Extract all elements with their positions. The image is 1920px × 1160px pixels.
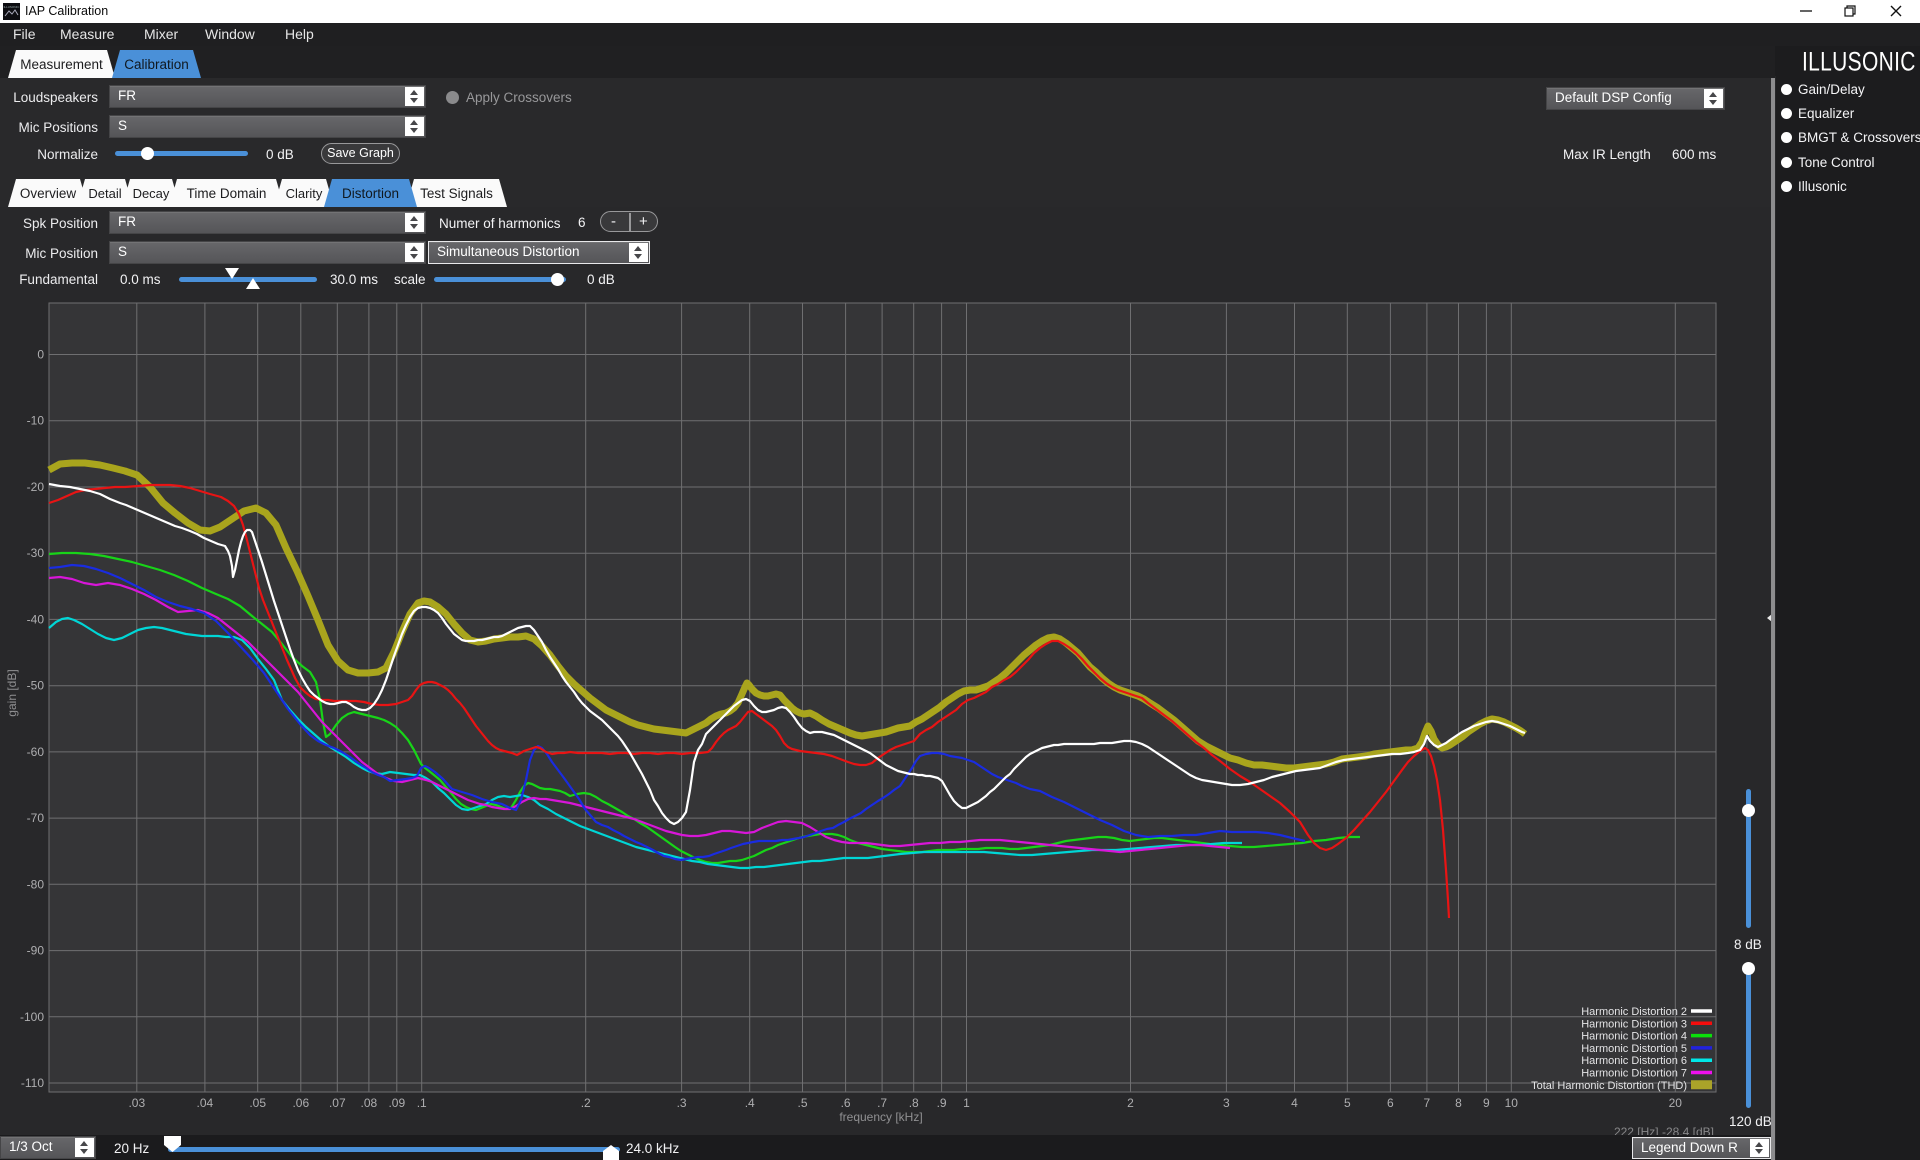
svg-text:.06: .06 (292, 1096, 309, 1110)
svg-text:3: 3 (1223, 1096, 1230, 1110)
svg-text:.09: .09 (388, 1096, 405, 1110)
svg-text:0: 0 (37, 348, 44, 362)
svg-text:7: 7 (1424, 1096, 1431, 1110)
svg-text:2: 2 (1127, 1096, 1134, 1110)
svg-text:-30: -30 (27, 546, 45, 560)
svg-text:.04: .04 (197, 1096, 214, 1110)
svg-text:8: 8 (1455, 1096, 1462, 1110)
svg-text:6: 6 (1387, 1096, 1394, 1110)
svg-text:.6: .6 (841, 1096, 851, 1110)
svg-text:Harmonic Distortion 7: Harmonic Distortion 7 (1581, 1068, 1687, 1080)
svg-text:.1: .1 (417, 1096, 427, 1110)
svg-text:.4: .4 (745, 1096, 755, 1110)
svg-text:.8: .8 (909, 1096, 919, 1110)
svg-text:Total Harmonic Distortion (THD: Total Harmonic Distortion (THD) (1531, 1080, 1687, 1092)
svg-text:-50: -50 (27, 679, 45, 693)
svg-text:9: 9 (1483, 1096, 1490, 1110)
svg-text:frequency [kHz]: frequency [kHz] (839, 1110, 922, 1124)
svg-text:-70: -70 (27, 811, 45, 825)
svg-text:Harmonic Distortion 3: Harmonic Distortion 3 (1581, 1018, 1687, 1030)
svg-text:.05: .05 (249, 1096, 266, 1110)
svg-text:Harmonic Distortion 6: Harmonic Distortion 6 (1581, 1055, 1687, 1067)
svg-text:.9: .9 (937, 1096, 947, 1110)
svg-text:-110: -110 (21, 1076, 44, 1090)
svg-text:.5: .5 (797, 1096, 807, 1110)
svg-text:.7: .7 (877, 1096, 887, 1110)
svg-text:-10: -10 (27, 414, 45, 428)
svg-text:Harmonic Distortion 5: Harmonic Distortion 5 (1581, 1043, 1687, 1055)
svg-text:.08: .08 (361, 1096, 378, 1110)
svg-text:gain [dB]: gain [dB] (5, 669, 19, 716)
svg-text:-20: -20 (27, 480, 45, 494)
svg-text:5: 5 (1344, 1096, 1351, 1110)
svg-text:-40: -40 (27, 612, 45, 626)
svg-text:Harmonic Distortion 4: Harmonic Distortion 4 (1581, 1031, 1687, 1043)
svg-text:-80: -80 (27, 877, 45, 891)
svg-text:.3: .3 (677, 1096, 687, 1110)
svg-text:.07: .07 (329, 1096, 346, 1110)
svg-text:-90: -90 (27, 944, 45, 958)
svg-text:.2: .2 (581, 1096, 591, 1110)
svg-text:20: 20 (1669, 1096, 1683, 1110)
svg-text:Harmonic Distortion 2: Harmonic Distortion 2 (1581, 1006, 1687, 1018)
svg-text:1: 1 (963, 1096, 970, 1110)
svg-text:.03: .03 (128, 1096, 145, 1110)
svg-text:-100: -100 (20, 1010, 44, 1024)
svg-text:-60: -60 (27, 745, 45, 759)
svg-text:4: 4 (1291, 1096, 1298, 1110)
svg-text:10: 10 (1505, 1096, 1519, 1110)
